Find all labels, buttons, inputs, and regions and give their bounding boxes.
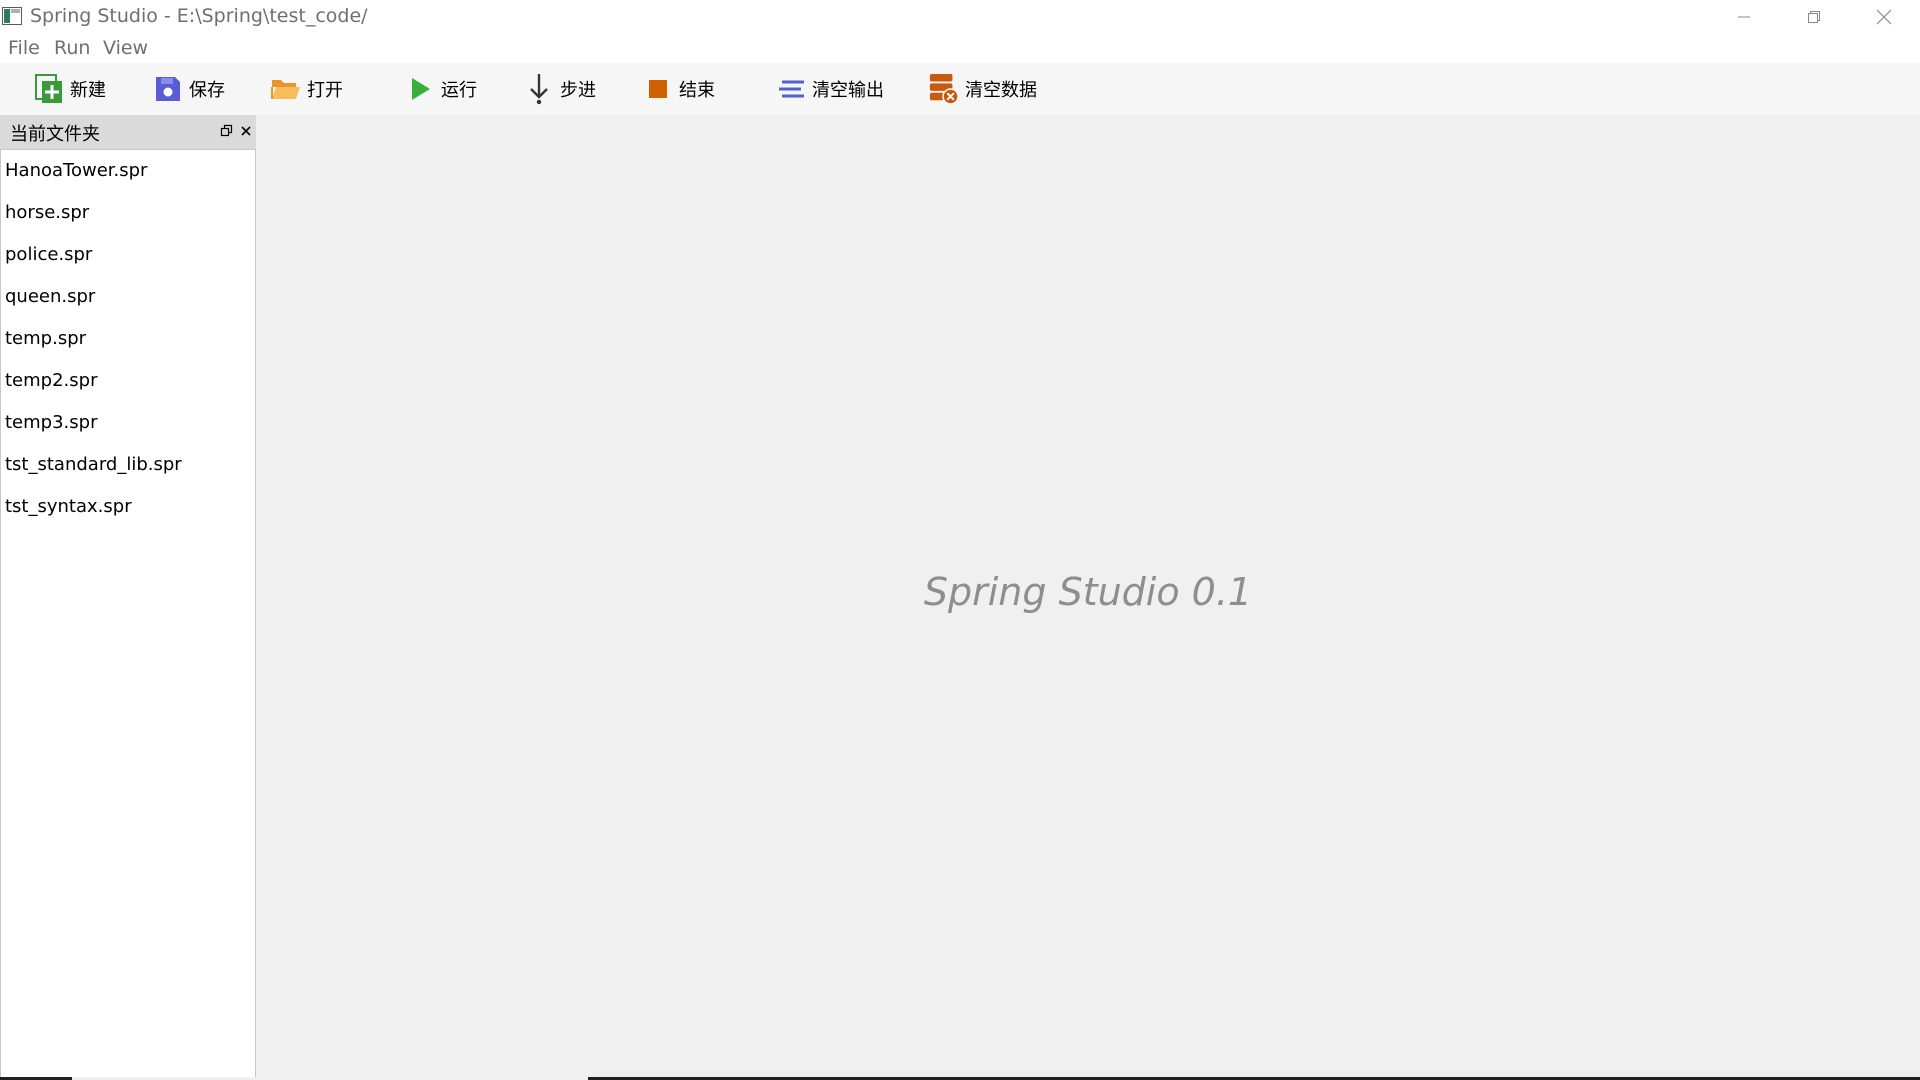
new-button[interactable]: 新建 xyxy=(34,72,106,106)
open-folder-icon xyxy=(271,74,301,104)
app-icon xyxy=(2,7,22,25)
step-down-arrow-icon xyxy=(524,74,554,105)
new-file-plus-icon xyxy=(34,74,64,104)
window-title: Spring Studio - E:\Spring\test_code/ xyxy=(30,5,368,27)
step-button[interactable]: 步进 xyxy=(524,72,596,106)
step-button-label: 步进 xyxy=(560,80,596,101)
stop-button[interactable]: 结束 xyxy=(643,72,715,106)
splash-text: Spring Studio 0.1 xyxy=(923,570,1253,614)
dock-title: 当前文件夹 xyxy=(10,124,100,145)
minimize-icon xyxy=(1738,16,1750,18)
close-window-button[interactable] xyxy=(1849,0,1919,34)
play-icon xyxy=(405,74,435,104)
file-item[interactable]: temp2.spr xyxy=(5,360,253,402)
minimize-button[interactable] xyxy=(1709,0,1779,34)
menu-file[interactable]: File xyxy=(8,37,40,59)
close-dock-icon[interactable] xyxy=(238,123,254,139)
open-button-label: 打开 xyxy=(307,80,343,101)
file-item[interactable]: police.spr xyxy=(5,234,253,276)
clear-data-button[interactable]: 清空数据 xyxy=(929,72,1037,106)
title-bar[interactable]: Spring Studio - E:\Spring\test_code/ xyxy=(0,0,1920,34)
close-icon xyxy=(1876,9,1892,25)
save-button-label: 保存 xyxy=(189,80,225,101)
float-dock-icon[interactable] xyxy=(220,124,234,138)
floppy-save-icon xyxy=(153,74,183,104)
current-folder-dock: 当前文件夹 HanoaTower.spr horse.spr police.sp… xyxy=(0,115,256,1080)
stop-square-icon xyxy=(643,74,673,104)
menu-bar: File Run View xyxy=(0,34,1920,63)
clear-output-button-label: 清空输出 xyxy=(812,80,884,101)
menu-view[interactable]: View xyxy=(103,37,148,59)
clear-lines-icon xyxy=(776,74,806,104)
new-button-label: 新建 xyxy=(70,80,106,101)
restore-icon xyxy=(1808,11,1820,23)
file-item[interactable]: tst_syntax.spr xyxy=(5,486,253,528)
file-item[interactable]: temp3.spr xyxy=(5,402,253,444)
run-button[interactable]: 运行 xyxy=(405,72,477,106)
file-item[interactable]: tst_standard_lib.spr xyxy=(5,444,253,486)
open-button[interactable]: 打开 xyxy=(271,72,343,106)
dock-header[interactable]: 当前文件夹 xyxy=(0,115,256,149)
file-item[interactable]: temp.spr xyxy=(5,318,253,360)
clear-output-button[interactable]: 清空输出 xyxy=(776,72,884,106)
stop-button-label: 结束 xyxy=(679,80,715,101)
save-button[interactable]: 保存 xyxy=(153,72,225,106)
restore-button[interactable] xyxy=(1779,0,1849,34)
file-list: HanoaTower.spr horse.spr police.spr quee… xyxy=(0,149,256,1080)
file-item[interactable]: queen.spr xyxy=(5,276,253,318)
file-item[interactable]: HanoaTower.spr xyxy=(5,150,253,192)
run-button-label: 运行 xyxy=(441,80,477,101)
toolbar: 新建 保存 打开 运行 步进 结束 清空输出 清空数据 xyxy=(0,63,1920,115)
editor-area[interactable]: Spring Studio 0.1 xyxy=(256,115,1920,1077)
database-clear-icon xyxy=(929,74,959,105)
clear-data-button-label: 清空数据 xyxy=(965,80,1037,101)
app-window: Spring Studio - E:\Spring\test_code/ Fil… xyxy=(0,0,1920,1080)
file-item[interactable]: horse.spr xyxy=(5,192,253,234)
menu-run[interactable]: Run xyxy=(54,37,90,59)
